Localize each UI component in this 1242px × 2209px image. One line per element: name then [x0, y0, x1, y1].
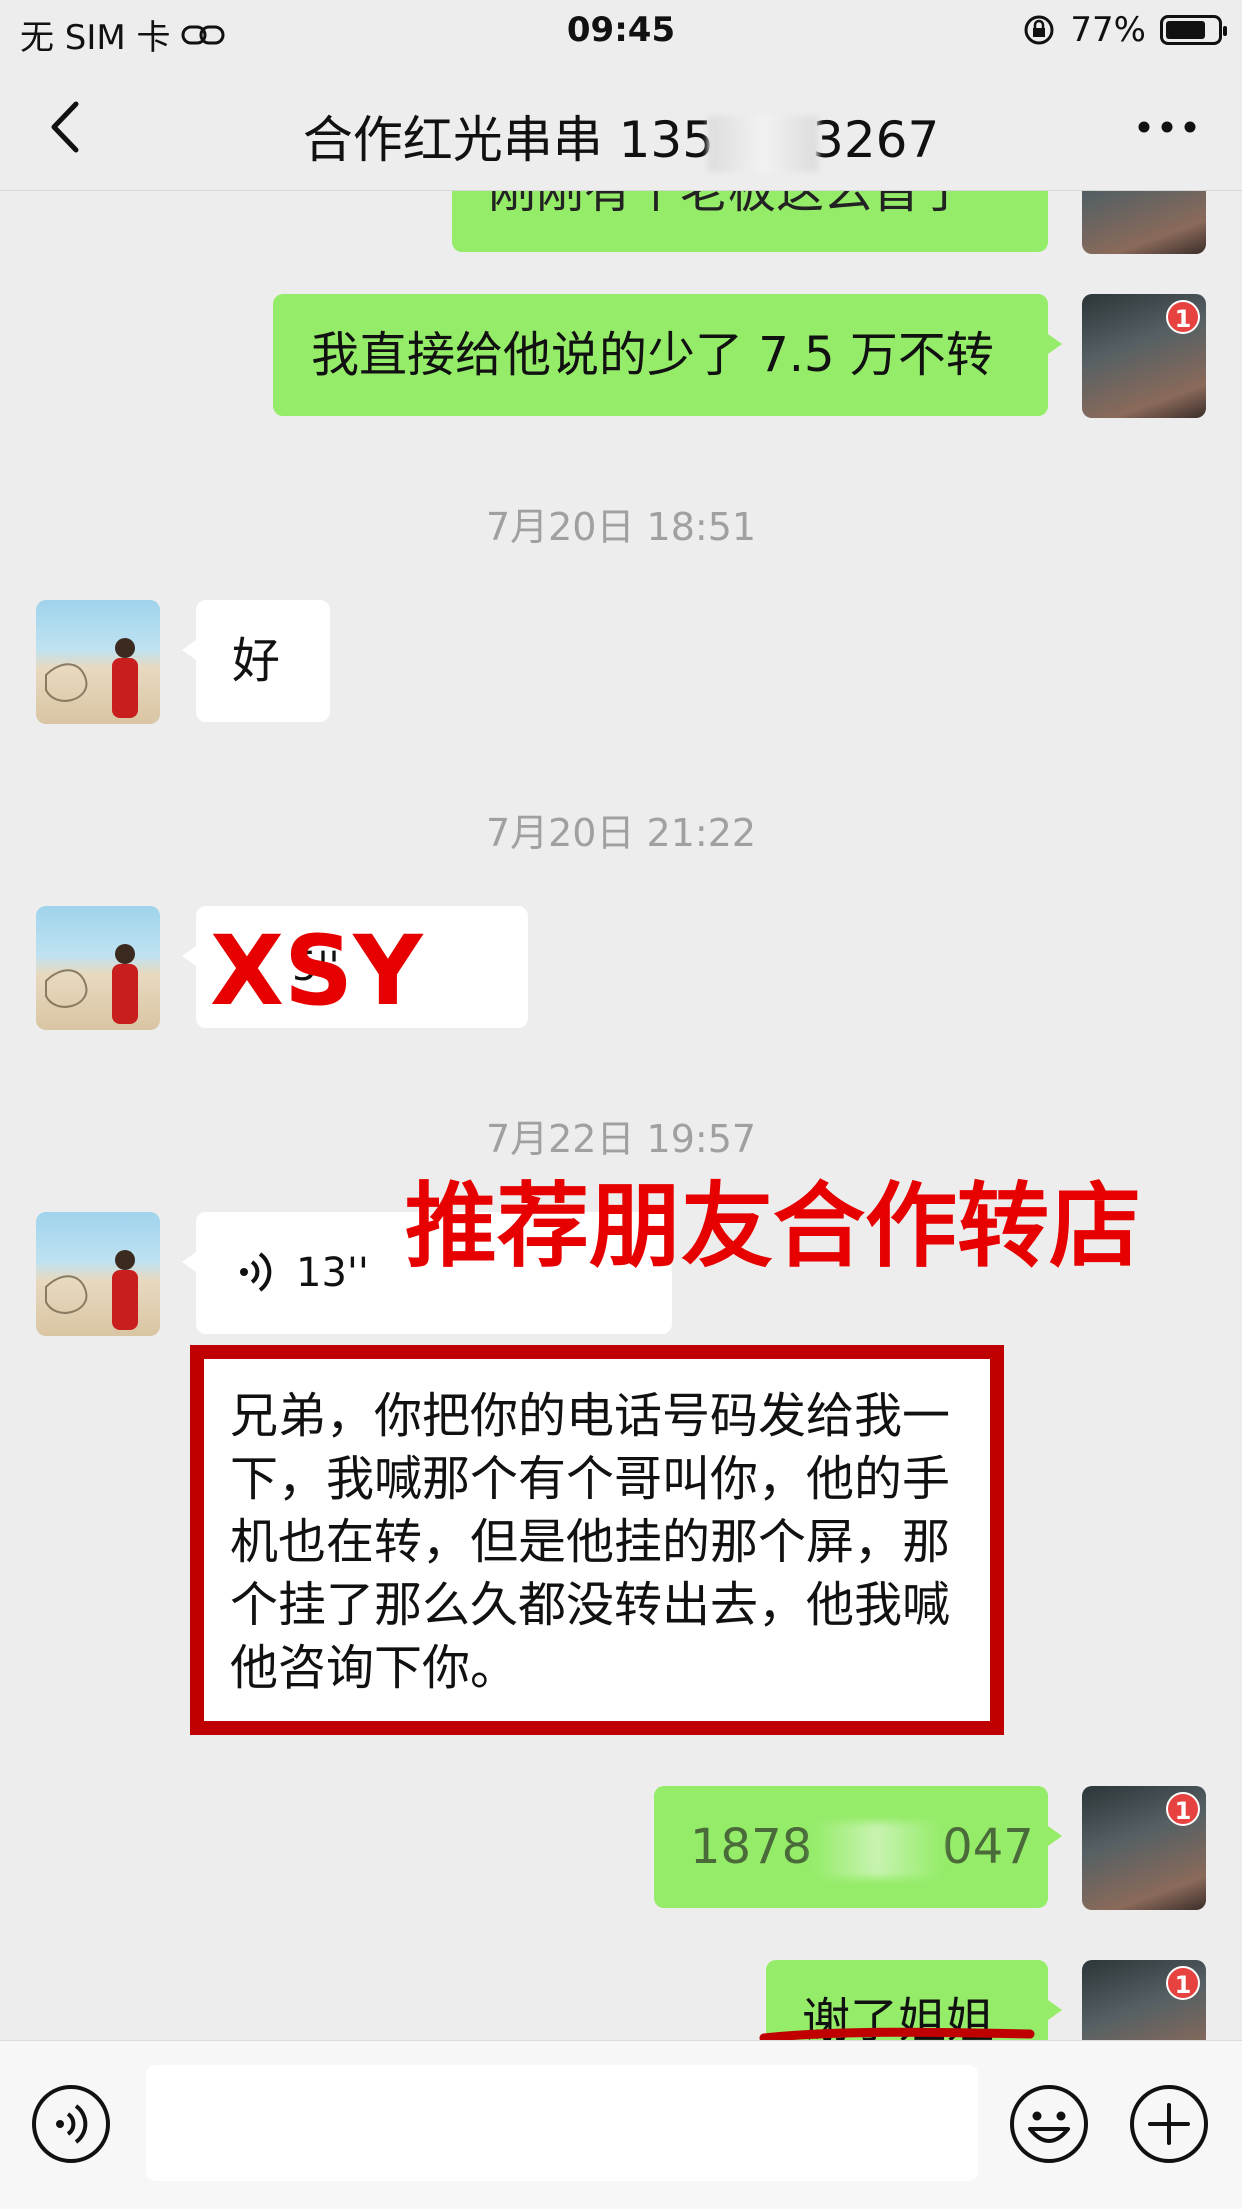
- avatar-me[interactable]: 1: [1082, 1786, 1206, 1910]
- message-bubble-sent[interactable]: 刚刚有个老板这么晋了: [452, 190, 1048, 252]
- plus-icon[interactable]: [1128, 2083, 1210, 2165]
- voice-input-icon[interactable]: [30, 2083, 112, 2165]
- message-list[interactable]: 刚刚有个老板这么晋了 我直接给他说的少了 7.5 万不转 1 7月20日 18:…: [0, 190, 1242, 2040]
- avatar-contact[interactable]: [36, 600, 160, 724]
- avatar-me[interactable]: [1082, 190, 1206, 254]
- timestamp: 7月22日 19:57: [485, 1117, 757, 1161]
- chat-title: 合作红光串串 135 3267: [0, 100, 1242, 172]
- message-bubble-sent[interactable]: 我直接给他说的少了 7.5 万不转: [273, 294, 1062, 416]
- message-bubble-sent[interactable]: 1878 047: [654, 1786, 1062, 1908]
- chat-title-suffix: 3267: [812, 111, 940, 169]
- status-right: 77%: [1022, 10, 1227, 50]
- avatar-photo: [45, 944, 138, 1024]
- voice-duration: 13'': [296, 1250, 369, 1296]
- message-text-prefix: 1878: [690, 1819, 813, 1875]
- timestamp: 7月20日 18:51: [485, 505, 757, 549]
- message-text-suffix: 047: [942, 1819, 1034, 1875]
- message-text: 好: [232, 633, 281, 689]
- emoji-icon[interactable]: [1008, 2083, 1090, 2165]
- unread-badge: 1: [1166, 300, 1200, 334]
- status-bar: 无 SIM 卡 09:45 77%: [0, 0, 1242, 64]
- avatar-contact[interactable]: [36, 1212, 160, 1336]
- annotation-xsy: XSY: [210, 915, 423, 1027]
- message-input[interactable]: [146, 2065, 978, 2181]
- underline-annotation: [759, 2027, 1035, 2040]
- chat-header: 合作红光串串 135 3267: [0, 64, 1242, 191]
- more-options-icon[interactable]: [1132, 102, 1202, 152]
- rotation-lock-icon: [1024, 15, 1054, 45]
- battery-icon: [1160, 15, 1227, 45]
- avatar-contact[interactable]: [36, 906, 160, 1030]
- message-text: 刚刚有个老板这么晋了: [488, 190, 969, 219]
- phone-redaction: [708, 115, 819, 172]
- timestamp: 7月20日 21:22: [485, 811, 757, 855]
- unread-badge: 1: [1166, 1966, 1200, 2000]
- battery-percent: 77%: [1070, 10, 1146, 50]
- transcript-text: 兄弟，你把你的电话号码发给我一下，我喊那个有个哥叫你，他的手机也在转，但是他挂的…: [230, 1388, 951, 1696]
- chat-title-prefix: 合作红光串串 135: [302, 111, 715, 169]
- message-text: 我直接给他说的少了 7.5 万不转: [311, 327, 994, 383]
- avatar-me[interactable]: 1: [1082, 294, 1206, 418]
- avatar-photo: [45, 638, 138, 718]
- transcript-annotation: 兄弟，你把你的电话号码发给我一下，我喊那个有个哥叫你，他的手机也在转，但是他挂的…: [190, 1345, 1004, 1735]
- input-bar: [0, 2040, 1242, 2209]
- number-redaction: [812, 1822, 943, 1878]
- avatar-me[interactable]: 1: [1082, 1960, 1206, 2040]
- voice-wave-icon: [240, 1252, 272, 1292]
- message-bubble-received[interactable]: 好: [182, 600, 330, 722]
- annotation-headline: 推荐朋友合作转店: [405, 1173, 1142, 1280]
- unread-badge: 1: [1166, 1792, 1200, 1826]
- avatar-photo: [45, 1250, 138, 1330]
